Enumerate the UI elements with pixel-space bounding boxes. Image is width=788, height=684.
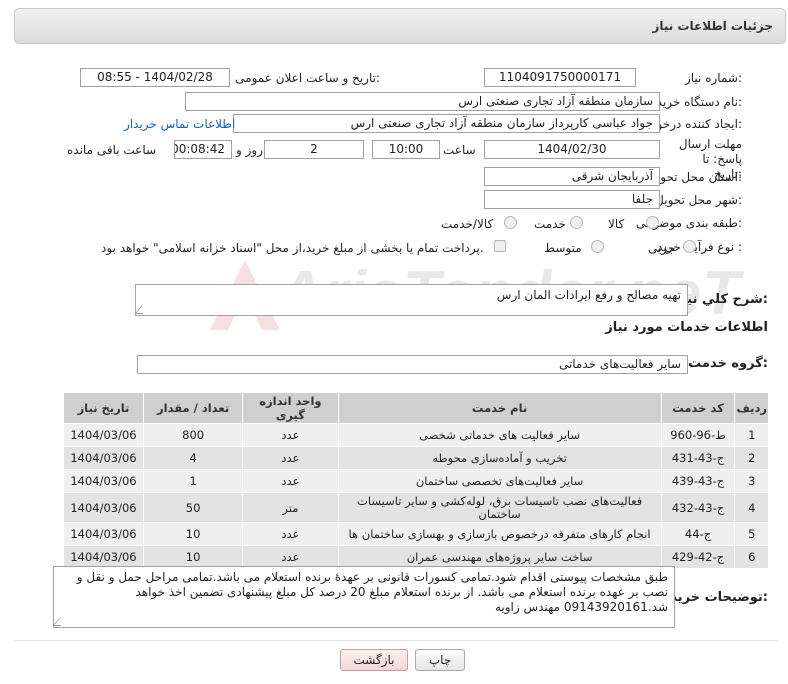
treasury-payment-note: پرداخت تمام یا بخشی از مبلغ خرید،از محل … xyxy=(101,241,484,255)
days-label: روز و xyxy=(236,143,263,157)
cell-row-number: 1 xyxy=(734,423,769,447)
buyer-notes-text: طبق مشخصات پیوستی اقدام شود.تمامی کسورات… xyxy=(76,570,668,614)
remaining-time-label: ساعت باقی مانده xyxy=(67,143,157,157)
process-minor-radio[interactable] xyxy=(683,240,696,253)
col-header-row-number: ردیف xyxy=(734,392,769,424)
days-remaining-field[interactable]: 2 xyxy=(264,140,364,159)
col-header-service-code: کد خدمت xyxy=(660,392,736,424)
category-goods-service-label: کالا/خدمت xyxy=(441,217,494,231)
resize-grip-icon[interactable] xyxy=(136,306,150,314)
buyer-org-field[interactable]: سازمان منطقه آزاد تجاری صنعتی ارس xyxy=(185,92,660,111)
city-field[interactable]: جلفا xyxy=(484,190,660,209)
table-row: 1 ط-96-960 سایر فعالیت های خدماتی شخصی ع… xyxy=(63,423,769,447)
cell-service-name: فعالیت‌های نصب تاسیسات برق، لوله‌کشی و س… xyxy=(337,492,662,523)
cell-service-code: ج-43-431 xyxy=(660,446,736,470)
page-title: جزئیات اطلاعات نیاز xyxy=(652,19,773,33)
cell-service-name: سایر فعالیت های خدماتی شخصی xyxy=(337,423,662,447)
col-header-unit: واحد اندازه گیری xyxy=(242,392,339,424)
col-header-service-name: نام خدمت xyxy=(337,392,662,424)
cell-service-name: تخریب و آماده‌سازی محوطه xyxy=(337,446,662,470)
table-row: 2 ج-43-431 تخریب و آماده‌سازی محوطه عدد … xyxy=(63,446,769,470)
cell-service-name: سایر فعالیت‌های تخصصی ساختمان xyxy=(337,469,662,493)
category-goods-radio[interactable] xyxy=(646,216,659,229)
cell-unit: عدد xyxy=(242,522,339,546)
summary-label: شرح کلي نياز: xyxy=(674,292,768,307)
services-table: ردیف کد خدمت نام خدمت واحد اندازه گیری ت… xyxy=(63,392,769,569)
table-header-row: ردیف کد خدمت نام خدمت واحد اندازه گیری ت… xyxy=(63,392,769,424)
deadline-time-label: ساعت xyxy=(443,143,476,157)
service-group-field[interactable]: سایر فعالیت‌های خدماتی xyxy=(137,355,688,374)
cell-quantity: 800 xyxy=(142,423,244,447)
process-medium-radio[interactable] xyxy=(591,240,604,253)
cell-service-code: ج-43-439 xyxy=(660,469,736,493)
category-goods-service-radio[interactable] xyxy=(504,216,517,229)
table-row: 4 ج-43-432 فعالیت‌های نصب تاسیسات برق، ل… xyxy=(63,492,769,523)
table-row: 5 ج-44 انجام کارهای متفرقه درخصوص بازساز… xyxy=(63,522,769,546)
category-service-radio[interactable] xyxy=(570,216,583,229)
cell-row-number: 2 xyxy=(734,446,769,470)
cell-quantity: 50 xyxy=(142,492,244,523)
back-button[interactable]: بازگشت xyxy=(340,649,408,671)
category-goods-label: کالا xyxy=(608,217,625,231)
deadline-time-field[interactable]: 10:00 xyxy=(372,140,440,159)
announce-date-field[interactable]: 1404/02/28 - 08:55 xyxy=(80,68,230,87)
resize-grip-icon[interactable] xyxy=(54,618,68,626)
city-label: شهر محل تحویل: xyxy=(655,193,742,207)
cell-service-code: ج-44 xyxy=(660,522,736,546)
cell-service-code: ط-96-960 xyxy=(660,423,736,447)
announce-date-label: تاریخ و ساعت اعلان عمومی: xyxy=(235,71,380,85)
treasury-payment-checkbox[interactable] xyxy=(494,240,506,252)
need-number-label: شماره نیاز: xyxy=(684,71,742,85)
cell-need-date: 1404/03/06 xyxy=(63,522,144,546)
need-number-field[interactable]: 1104091750000171 xyxy=(484,68,636,87)
cell-need-date: 1404/03/06 xyxy=(63,446,144,470)
cell-service-name: انجام کارهای متفرقه درخصوص بازسازی و بهس… xyxy=(337,522,662,546)
process-minor-label: جزیی xyxy=(648,241,676,255)
cell-row-number: 6 xyxy=(734,545,769,569)
divider xyxy=(14,640,778,641)
cell-need-date: 1404/03/06 xyxy=(63,423,144,447)
details-header-panel: جزئیات اطلاعات نیاز xyxy=(14,8,786,44)
cell-row-number: 3 xyxy=(734,469,769,493)
remaining-time-field[interactable]: 00:08:42 xyxy=(174,140,232,159)
cell-row-number: 5 xyxy=(734,522,769,546)
col-header-need-date: تاریخ نیاز xyxy=(63,392,144,424)
cell-unit: عدد xyxy=(242,446,339,470)
cell-quantity: 1 xyxy=(142,469,244,493)
deadline-date-field[interactable]: 1404/02/30 xyxy=(484,140,660,159)
cell-need-date: 1404/03/06 xyxy=(63,469,144,493)
summary-text: تهیه مصالح و رفع ایرادات المان ارس xyxy=(496,288,681,302)
services-section-title: اطلاعات خدمات مورد نیاز xyxy=(605,320,768,335)
cell-need-date: 1404/03/06 xyxy=(63,492,144,523)
cell-unit: عدد xyxy=(242,423,339,447)
summary-textarea[interactable]: تهیه مصالح و رفع ایرادات المان ارس xyxy=(135,284,688,316)
cell-quantity: 10 xyxy=(142,522,244,546)
cell-unit: متر xyxy=(242,492,339,523)
buyer-org-label: نام دستگاه خریدار: xyxy=(647,95,743,109)
province-field[interactable]: آذربایجان شرقی xyxy=(484,167,660,186)
cell-row-number: 4 xyxy=(734,492,769,523)
print-button[interactable]: چاپ xyxy=(415,649,465,671)
service-group-label: گروه خدمت: xyxy=(688,356,768,371)
creator-field[interactable]: جواد عباسی کارپرداز سازمان منطقه آزاد تج… xyxy=(233,114,660,133)
buyer-notes-textarea[interactable]: طبق مشخصات پیوستی اقدام شود.تمامی کسورات… xyxy=(53,566,675,628)
category-service-label: خدمت xyxy=(534,217,566,231)
process-medium-label: متوسط xyxy=(544,241,582,255)
cell-service-code: ج-43-432 xyxy=(660,492,736,523)
buyer-contact-link[interactable]: اطلاعات تماس خریدار xyxy=(124,117,235,131)
cell-quantity: 4 xyxy=(142,446,244,470)
table-row: 3 ج-43-439 سایر فعالیت‌های تخصصی ساختمان… xyxy=(63,469,769,493)
col-header-quantity: تعداد / مقدار xyxy=(142,392,244,424)
province-label: استان محل تحویل: xyxy=(647,170,742,184)
cell-unit: عدد xyxy=(242,469,339,493)
